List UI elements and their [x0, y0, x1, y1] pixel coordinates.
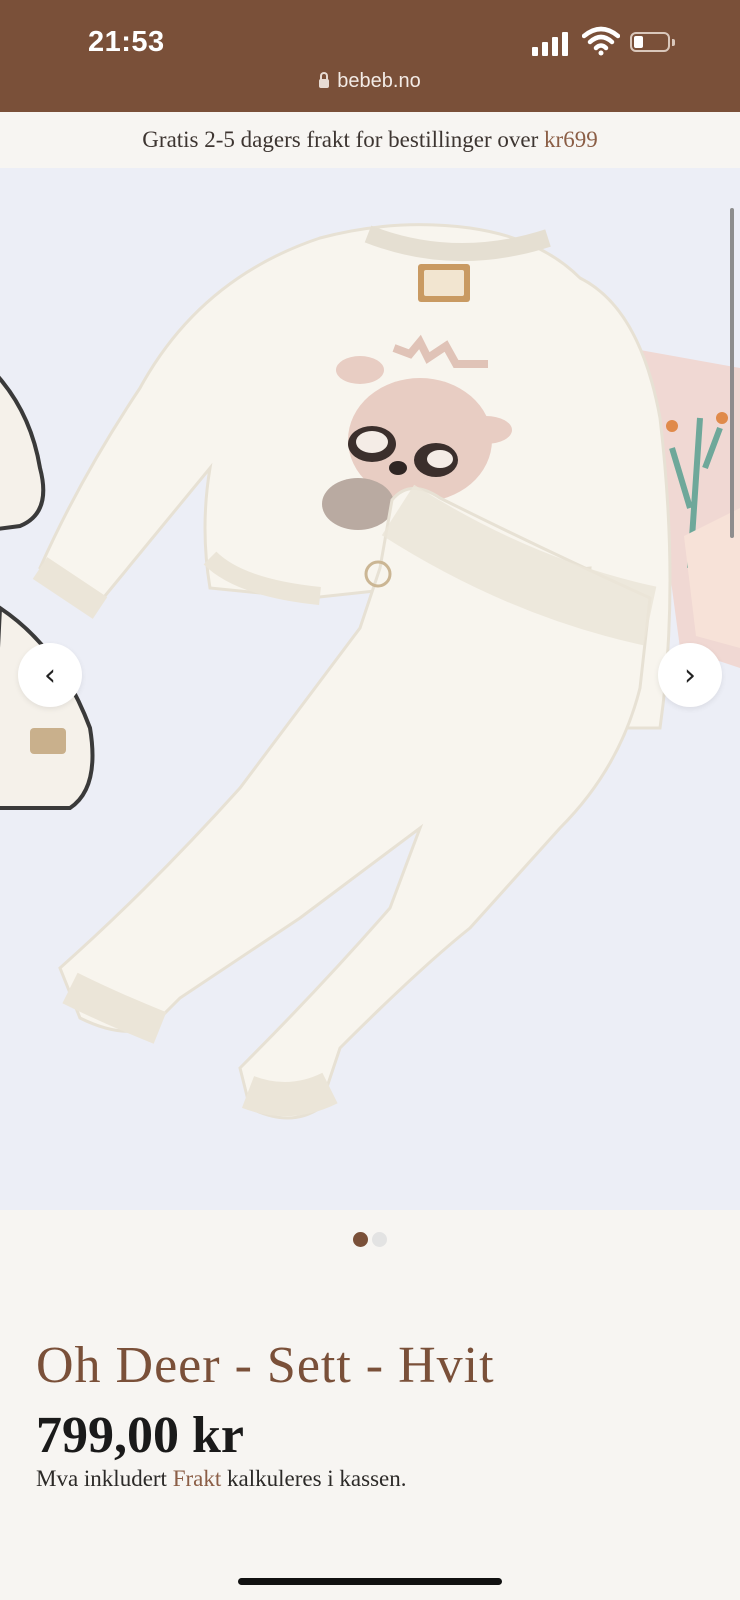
address-bar[interactable]: bebeb.no — [0, 70, 740, 93]
product-price: 799,00 kr — [36, 1407, 244, 1464]
signal-icon — [532, 30, 572, 56]
banner-threshold: kr699 — [544, 127, 598, 152]
tax-shipping-note: Mva inkludert Frakt kalkuleres i kassen. — [36, 1466, 407, 1492]
previous-image-button[interactable]: ‹ — [18, 643, 82, 707]
pagination-dot-1[interactable] — [353, 1232, 368, 1247]
next-image-button[interactable]: › — [658, 643, 722, 707]
product-title: Oh Deer - Sett - Hvit — [36, 1337, 495, 1394]
product-photo — [0, 168, 740, 1210]
tax-suffix: kalkuleres i kassen. — [221, 1466, 407, 1491]
chevron-left-icon: ‹ — [44, 657, 56, 693]
battery-icon — [630, 32, 676, 54]
wifi-icon — [582, 26, 620, 56]
gallery-pagination — [0, 1232, 740, 1252]
product-image-gallery[interactable]: ‹ › — [0, 168, 740, 1210]
status-bar: 21:53 bebeb.no — [0, 0, 740, 112]
shipping-link[interactable]: Frakt — [173, 1466, 222, 1491]
shipping-banner: Gratis 2-5 dagers frakt for bestillinger… — [0, 112, 740, 168]
banner-text: Gratis 2-5 dagers frakt for bestillinger… — [142, 127, 545, 152]
url-text: bebeb.no — [337, 70, 421, 92]
lock-icon — [319, 72, 330, 88]
home-indicator[interactable] — [238, 1578, 502, 1585]
tax-prefix: Mva inkludert — [36, 1466, 173, 1491]
pagination-dot-2[interactable] — [372, 1232, 387, 1247]
chevron-right-icon: › — [684, 657, 696, 693]
clock: 21:53 — [88, 26, 165, 58]
page-scrollbar[interactable] — [730, 208, 734, 538]
